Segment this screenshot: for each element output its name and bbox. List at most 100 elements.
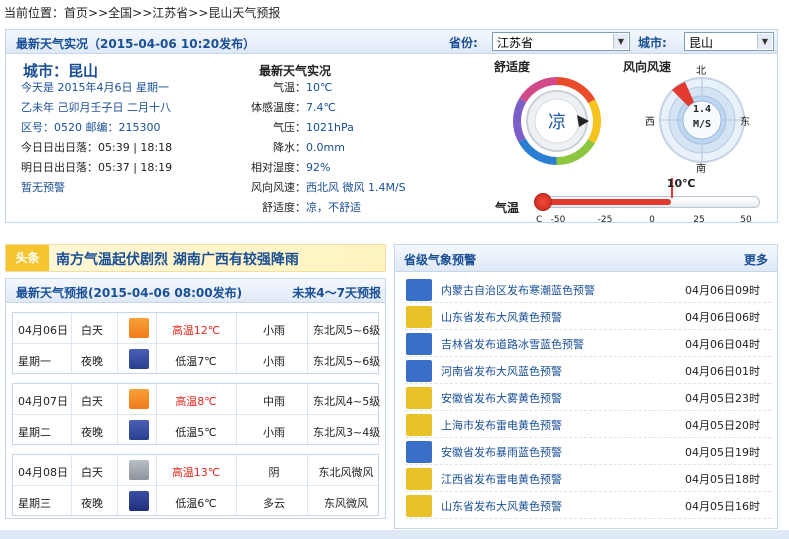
alert-text[interactable]: 河南省发布大风蓝色预警 xyxy=(441,363,562,379)
alert-row[interactable]: 内蒙古自治区发布寒潮蓝色预警 04月06日09时 xyxy=(405,276,771,303)
forecast-day: 04月08日 白天 高温13℃ 阴 东北风微风 星期三 夜晚 低温6℃ 多云 东风微风 xyxy=(12,454,379,516)
forecast-wind: 东北风4~5级 xyxy=(313,395,381,408)
moon-cloud-icon xyxy=(129,491,149,511)
alert-row[interactable]: 上海市发布雷电黄色预警 04月05日20时 xyxy=(405,411,771,438)
detail-list: 气温： 10℃ 体感温度： 7.4℃ 气压： 1021hPa 降水： 0.0mm 相对湿… xyxy=(234,78,406,218)
city-select-value: 昆山 xyxy=(689,36,714,50)
divider xyxy=(13,485,378,486)
forecast-header: 最新天气预报(2015-04-06 08:00发布) 未来4～7天预报 xyxy=(6,279,385,303)
cold-wave-icon xyxy=(406,279,432,301)
footer-strip xyxy=(0,530,789,539)
alert-text[interactable]: 内蒙古自治区发布寒潮蓝色预警 xyxy=(441,282,595,298)
detail-row: 体感温度： 7.4℃ xyxy=(234,98,406,118)
alert-text[interactable]: 安徽省发布大雾黄色预警 xyxy=(441,390,562,406)
alert-time: 04月05日23时 xyxy=(685,392,760,405)
alert-row[interactable]: 山东省发布大风黄色预警 04月05日16时 xyxy=(405,492,771,519)
forecast-period-label: 夜晚 xyxy=(81,355,103,368)
alerts-panel: 省级气象预警 更多 内蒙古自治区发布寒潮蓝色预警 04月06日09时 山东省发布大风… xyxy=(394,244,778,529)
breadcrumb-current: 昆山天气预报 xyxy=(208,6,281,20)
breadcrumb-country[interactable]: 全国 xyxy=(108,6,132,20)
forecast-weather: 小雨 xyxy=(263,426,285,439)
forecast-period-label: 白天 xyxy=(81,466,103,479)
rainstorm-icon xyxy=(406,441,432,463)
forecast-temp: 低温5℃ xyxy=(175,426,217,439)
headline-link[interactable]: 南方气温起伏剧烈 湖南广西有较强降雨 xyxy=(56,249,299,269)
alert-time: 04月06日06时 xyxy=(685,311,760,324)
forecast-temp: 高温8℃ xyxy=(175,395,217,408)
detail-value: 92% xyxy=(306,161,331,174)
breadcrumb-home[interactable]: 首页 xyxy=(64,6,88,20)
alert-row[interactable]: 吉林省发布道路冰雪蓝色预警 04月06日04时 xyxy=(405,330,771,357)
detail-value: 凉，不舒适 xyxy=(306,201,361,214)
alert-text[interactable]: 上海市发布雷电黄色预警 xyxy=(441,417,562,433)
forecast-period-label: 白天 xyxy=(81,395,103,408)
detail-key: 舒适度： xyxy=(262,201,306,214)
wind-unit: M/S xyxy=(692,119,712,130)
wind-dir-west: 西 xyxy=(645,117,655,128)
breadcrumb-province[interactable]: 江苏省 xyxy=(152,6,188,20)
alert-text[interactable]: 山东省发布大风黄色预警 xyxy=(441,309,562,325)
lunar-line: 乙未年 己卯月壬子日 二月十八 xyxy=(21,101,171,114)
detail-key: 相对湿度： xyxy=(251,161,306,174)
temp-tick-label: 0 xyxy=(649,215,655,225)
forecast-temp: 低温6℃ xyxy=(175,497,217,510)
thermometer-bulb-icon xyxy=(534,193,552,211)
road-ice-icon xyxy=(406,333,432,355)
detail-value: 7.4℃ xyxy=(306,101,336,114)
city-label: 城市: xyxy=(638,36,667,50)
codes-line: 区号：0520 邮编：215300 xyxy=(21,121,161,134)
rain-icon xyxy=(129,318,149,338)
alert-row[interactable]: 山东省发布大风黄色预警 04月06日06时 xyxy=(405,303,771,330)
temp-tick-label: -25 xyxy=(597,215,613,225)
chevron-down-icon: ▼ xyxy=(613,34,628,49)
detail-row: 相对湿度： 92% xyxy=(234,158,406,178)
forecast-temp: 高温13℃ xyxy=(171,466,221,479)
detail-row: 舒适度： 凉，不舒适 xyxy=(234,198,406,218)
alert-row[interactable]: 江西省发布雷电黄色预警 04月05日18时 xyxy=(405,465,771,492)
alert-time: 04月06日04时 xyxy=(685,338,760,351)
city-select[interactable]: 昆山 ▼ xyxy=(684,32,774,51)
fog-icon xyxy=(406,387,432,409)
detail-title: 最新天气实况 xyxy=(259,64,332,78)
alert-row[interactable]: 河南省发布大风蓝色预警 04月06日01时 xyxy=(405,357,771,384)
forecast-wind: 东北风5~6级 xyxy=(313,355,381,368)
chevron-down-icon: ▼ xyxy=(757,34,772,49)
breadcrumb: 当前位置：首页>>全国>>江苏省>>昆山天气预报 xyxy=(4,4,280,21)
alert-text[interactable]: 江西省发布雷电黄色预警 xyxy=(441,471,562,487)
alert-time: 04月05日18时 xyxy=(685,473,760,486)
wind-dir-east: 东 xyxy=(740,117,750,128)
today-sun-line: 今日日出日落：05:39 | 18:18 xyxy=(21,141,173,154)
temp-scale-unit: C xyxy=(536,215,543,225)
headline-bar[interactable]: 头条 南方气温起伏剧烈 湖南广西有较强降雨 xyxy=(5,244,386,272)
forecast-weather: 阴 xyxy=(268,466,280,479)
forecast-date: 04月07日 xyxy=(18,395,68,408)
breadcrumb-sep: >> xyxy=(132,6,153,20)
detail-value: 10℃ xyxy=(306,81,333,94)
tomorrow-sun-line: 明日日出日落：05:37 | 18:19 xyxy=(21,161,173,174)
detail-row: 气压： 1021hPa xyxy=(234,118,406,138)
alert-text[interactable]: 吉林省发布道路冰雪蓝色预警 xyxy=(441,336,584,352)
temp-label: 气温 xyxy=(495,201,520,215)
wind-dir-south: 南 xyxy=(696,164,706,175)
alert-text[interactable]: 安徽省发布暴雨蓝色预警 xyxy=(441,444,562,460)
forecast-wind: 东北风微风 xyxy=(318,466,374,479)
temp-tick-label: 25 xyxy=(693,215,705,225)
alert-row[interactable]: 安徽省发布大雾黄色预警 04月05日23时 xyxy=(405,384,771,411)
forecast-period-label: 夜晚 xyxy=(81,497,103,510)
forecast-weekday: 星期三 xyxy=(18,497,51,510)
forecast-more-link[interactable]: 未来4～7天预报 xyxy=(292,284,381,301)
rain-icon xyxy=(129,389,149,409)
forecast-weekday: 星期二 xyxy=(18,426,51,439)
forecast-temp: 低温7℃ xyxy=(175,355,217,368)
alert-row[interactable]: 安徽省发布暴雨蓝色预警 04月05日19时 xyxy=(405,438,771,465)
divider xyxy=(13,343,378,344)
detail-row: 风向风速： 西北风 微风 1.4M/S xyxy=(234,178,406,198)
temp-bar-fill xyxy=(535,199,671,205)
detail-row: 气温： 10℃ xyxy=(234,78,406,98)
alerts-more-link[interactable]: 更多 xyxy=(744,251,768,268)
rain-icon xyxy=(129,420,149,440)
province-select[interactable]: 江苏省 ▼ xyxy=(492,32,630,51)
alert-text[interactable]: 山东省发布大风黄色预警 xyxy=(441,498,562,514)
forecast-panel: 最新天气预报(2015-04-06 08:00发布) 未来4～7天预报 04月0… xyxy=(5,278,386,519)
temp-tick-label: 50 xyxy=(740,215,752,225)
